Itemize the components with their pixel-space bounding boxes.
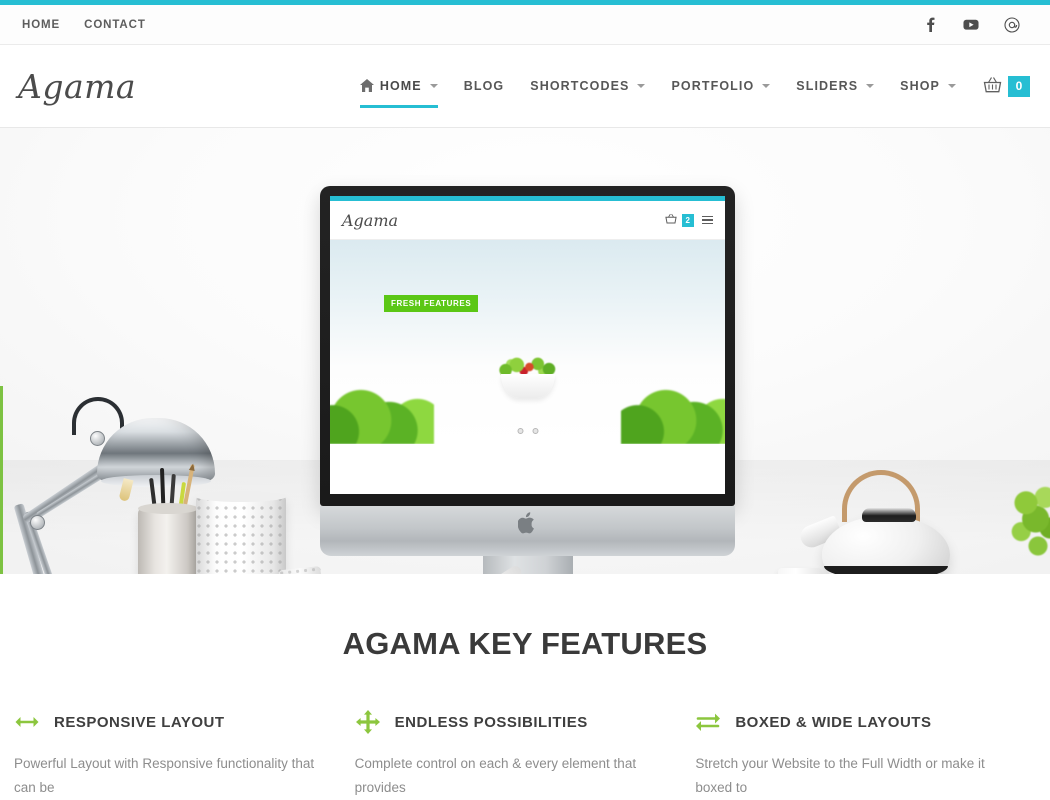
screen-site-logo: Agama [342, 210, 399, 230]
lamp-wire [72, 397, 124, 435]
nav-label-shop: SHOP [900, 79, 940, 93]
perforated-pen-holder [196, 491, 286, 574]
site-header: Agama HOME BLOG SHORTCODES PORTFOLIO SLI… [0, 45, 1050, 128]
feature-header: RESPONSIVE LAYOUT [14, 710, 327, 734]
hero-slider[interactable]: Agama 2 FRESH FEATURES [0, 128, 1050, 574]
green-plant [1008, 483, 1050, 573]
screen-slide-content: FRESH FEATURES [330, 240, 725, 444]
top-link-home[interactable]: HOME [22, 19, 60, 31]
home-icon [359, 78, 374, 94]
lettuce-right [621, 382, 725, 444]
arrows-horizontal-icon [14, 710, 40, 734]
main-navigation: HOME BLOG SHORTCODES PORTFOLIO SLIDERS S… [347, 45, 1030, 128]
nav-item-blog[interactable]: BLOG [451, 45, 518, 128]
teapot-body [822, 516, 950, 574]
nav-label-portfolio: PORTFOLIO [671, 79, 755, 93]
nav-label-sliders: SLIDERS [796, 79, 859, 93]
nav-label-home: HOME [379, 79, 422, 93]
nav-item-portfolio[interactable]: PORTFOLIO [658, 45, 783, 128]
feature-description: Powerful Layout with Responsive function… [14, 756, 315, 795]
screen-cart-count-badge: 2 [681, 213, 694, 227]
teapot-lid [862, 508, 916, 522]
feature-title: BOXED & WIDE LAYOUTS [735, 713, 932, 731]
nav-item-shortcodes[interactable]: SHORTCODES [517, 45, 658, 128]
lettuce-left [330, 382, 434, 444]
chevron-down-icon [762, 84, 771, 88]
at-icon[interactable] [1004, 16, 1020, 33]
feature-description: Stretch your Website to the Full Width o… [695, 756, 985, 795]
feature-header: ENDLESS POSSIBILITIES [355, 710, 668, 734]
chevron-down-icon [948, 84, 956, 88]
social-links [922, 16, 1028, 33]
chevron-down-icon [866, 84, 875, 88]
feature-title: RESPONSIVE LAYOUT [54, 713, 225, 731]
plant-leaves [1008, 483, 1050, 573]
screen-slider-dots[interactable] [517, 428, 538, 434]
cart-button[interactable]: 0 [969, 75, 1030, 97]
top-link-contact[interactable]: CONTACT [84, 19, 146, 31]
teapot-stripe [824, 566, 948, 574]
chevron-down-icon [637, 84, 646, 88]
facebook-icon[interactable] [922, 17, 938, 33]
feature-header: BOXED & WIDE LAYOUTS [695, 710, 1008, 734]
feature-title: ENDLESS POSSIBILITIES [394, 713, 588, 731]
nav-item-sliders[interactable]: SLIDERS [783, 45, 887, 128]
arrows-move-icon [355, 710, 381, 734]
feature-endless-possibilities: ENDLESS POSSIBILITIES Complete control o… [355, 710, 696, 799]
lamp-joint-mid [30, 515, 45, 530]
feature-description: Complete control on each & every element… [354, 756, 637, 795]
salad-bowl-image [487, 352, 569, 398]
imac-chin [320, 506, 735, 556]
features-grid: RESPONSIVE LAYOUT Powerful Layout with R… [0, 662, 1050, 799]
top-bar-links: HOME CONTACT [22, 19, 146, 31]
nav-item-shop[interactable]: SHOP [887, 45, 969, 128]
hamburger-menu-icon [702, 215, 713, 225]
nav-label-blog: BLOG [463, 79, 505, 93]
salad-bowl [500, 374, 555, 398]
apple-logo-icon [517, 512, 538, 536]
youtube-icon[interactable] [963, 17, 979, 33]
top-bar: HOME CONTACT [0, 5, 1050, 45]
imac-mockup: Agama 2 FRESH FEATURES [320, 186, 735, 574]
nav-active-underline [359, 104, 438, 108]
imac-screen: Agama 2 FRESH FEATURES [330, 196, 725, 494]
slider-dot[interactable] [517, 428, 523, 434]
screen-site-header: Agama 2 [330, 201, 725, 240]
nav-label-shortcodes: SHORTCODES [530, 79, 630, 93]
key-features-section: AGAMA KEY FEATURES RESPONSIVE LAYOUT Pow… [0, 574, 1050, 800]
nav-item-home[interactable]: HOME [347, 45, 451, 128]
site-logo[interactable]: Agama [18, 67, 136, 106]
arrows-exchange-icon [695, 710, 721, 734]
slider-dot[interactable] [532, 428, 538, 434]
chevron-down-icon [429, 84, 438, 88]
screen-header-actions: 2 [664, 213, 713, 227]
feature-boxed-wide-layouts: BOXED & WIDE LAYOUTS Stretch your Websit… [695, 710, 1036, 799]
fresh-features-badge: FRESH FEATURES [384, 295, 479, 312]
screen-basket-icon [664, 213, 677, 227]
teapot [797, 470, 960, 574]
basket-icon [983, 76, 1002, 96]
teacup-with-floral-pattern [778, 568, 822, 574]
features-heading: AGAMA KEY FEATURES [342, 626, 708, 661]
cart-count-badge: 0 [1008, 75, 1030, 97]
imac-stand-neck [482, 556, 573, 574]
feature-responsive-layout: RESPONSIVE LAYOUT Powerful Layout with R… [14, 710, 355, 799]
concrete-pen-holder [138, 503, 198, 574]
